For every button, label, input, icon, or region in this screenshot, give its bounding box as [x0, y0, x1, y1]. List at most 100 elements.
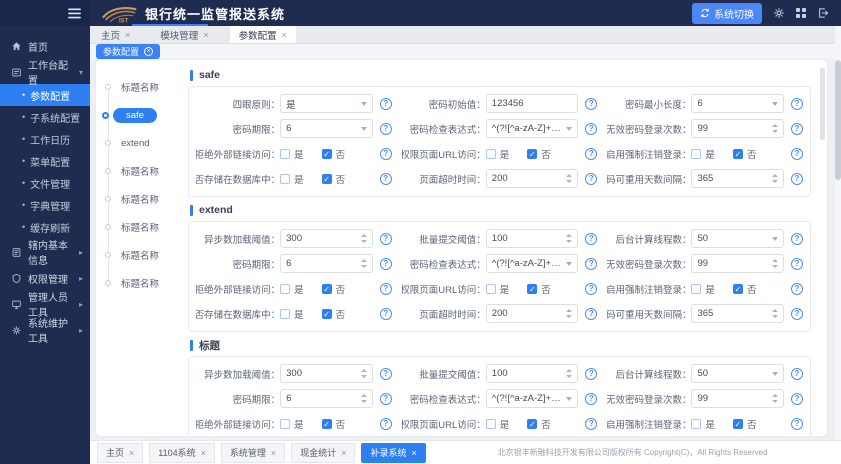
help-icon[interactable]: ?: [585, 123, 597, 135]
checkbox-no-box[interactable]: ✓: [527, 419, 537, 429]
checkbox-no[interactable]: ✓否: [527, 282, 551, 296]
checkbox-yes-box[interactable]: [691, 149, 701, 159]
logout-icon[interactable]: [817, 7, 829, 19]
help-icon[interactable]: ?: [791, 308, 803, 320]
anchor-item-safe[interactable]: safe: [96, 101, 184, 129]
field-text-input[interactable]: 123456: [486, 94, 579, 113]
help-icon[interactable]: ?: [585, 258, 597, 270]
sidebar-item-管理人员工具[interactable]: 管理人员工具▸: [0, 292, 90, 316]
checkbox-yes[interactable]: 是: [280, 172, 304, 186]
step-down-icon[interactable]: [361, 375, 367, 378]
stepper-icon[interactable]: [566, 369, 572, 378]
stepper-icon[interactable]: [361, 234, 367, 243]
step-up-icon[interactable]: [772, 309, 778, 312]
step-down-icon[interactable]: [566, 180, 572, 183]
tab-参数配置[interactable]: 参数配置×: [230, 26, 296, 43]
checkbox-yes-box[interactable]: [486, 149, 496, 159]
help-icon[interactable]: ?: [585, 283, 597, 295]
stepper-icon[interactable]: [361, 369, 367, 378]
help-icon[interactable]: ?: [380, 258, 392, 270]
checkbox-no[interactable]: ✓否: [527, 147, 551, 161]
field-number-input[interactable]: 99: [691, 389, 784, 408]
bottom-tab-补录系统[interactable]: 补录系统×: [361, 443, 425, 463]
checkbox-no-box[interactable]: ✓: [322, 149, 332, 159]
help-icon[interactable]: ?: [380, 148, 392, 160]
step-down-icon[interactable]: [566, 240, 572, 243]
step-up-icon[interactable]: [772, 124, 778, 127]
step-up-icon[interactable]: [361, 259, 367, 262]
checkbox-no-box[interactable]: ✓: [733, 284, 743, 294]
step-up-icon[interactable]: [566, 369, 572, 372]
sidebar-item-系统维护工具[interactable]: 系统维护工具▸: [0, 318, 90, 342]
field-select-input[interactable]: 6: [691, 94, 784, 113]
help-icon[interactable]: ?: [380, 418, 392, 430]
close-icon[interactable]: ×: [411, 448, 416, 458]
step-down-icon[interactable]: [361, 240, 367, 243]
close-icon[interactable]: ×: [201, 448, 206, 458]
help-icon[interactable]: ?: [791, 283, 803, 295]
anchor-item-标题名称[interactable]: 标题名称: [96, 213, 184, 241]
help-icon[interactable]: ?: [791, 368, 803, 380]
help-icon[interactable]: ?: [585, 173, 597, 185]
field-number-input[interactable]: 99: [691, 254, 784, 273]
anchor-item-标题名称[interactable]: 标题名称: [96, 73, 184, 101]
checkbox-yes-box[interactable]: [280, 149, 290, 159]
system-switch-button[interactable]: 系统切换: [692, 3, 762, 24]
help-icon[interactable]: ?: [585, 148, 597, 160]
help-icon[interactable]: ?: [380, 98, 392, 110]
stepper-icon[interactable]: [361, 259, 367, 268]
field-number-input[interactable]: 300: [280, 364, 373, 383]
bottom-tab-现金统计[interactable]: 现金统计×: [291, 443, 355, 463]
step-down-icon[interactable]: [772, 265, 778, 268]
step-up-icon[interactable]: [772, 394, 778, 397]
checkbox-yes-box[interactable]: [280, 419, 290, 429]
step-up-icon[interactable]: [566, 309, 572, 312]
stepper-icon[interactable]: [361, 394, 367, 403]
step-down-icon[interactable]: [772, 315, 778, 318]
tab-模块管理[interactable]: 模块管理×: [151, 26, 217, 43]
field-select-input[interactable]: 50: [691, 229, 784, 248]
field-number-input[interactable]: 300: [280, 229, 373, 248]
help-icon[interactable]: ?: [791, 418, 803, 430]
help-icon[interactable]: ?: [791, 393, 803, 405]
sidebar-item-字典管理[interactable]: •字典管理: [0, 194, 90, 216]
step-down-icon[interactable]: [772, 130, 778, 133]
stepper-icon[interactable]: [772, 174, 778, 183]
close-icon[interactable]: ×: [129, 448, 134, 458]
checkbox-no[interactable]: ✓否: [733, 147, 757, 161]
grid-icon[interactable]: [796, 8, 806, 18]
checkbox-no-box[interactable]: ✓: [322, 284, 332, 294]
checkbox-yes[interactable]: 是: [280, 147, 304, 161]
close-icon[interactable]: ×: [341, 448, 346, 458]
sidebar-item-辖内基本信息[interactable]: 辖内基本信息▸: [0, 240, 90, 264]
checkbox-yes[interactable]: 是: [691, 147, 715, 161]
sidebar-item-菜单配置[interactable]: •菜单配置: [0, 150, 90, 172]
help-icon[interactable]: ?: [585, 233, 597, 245]
help-icon[interactable]: ?: [791, 98, 803, 110]
field-select-input[interactable]: ^(?![^a-zA-Z]+$)(?!\D+$)[0-9A-Z...: [486, 389, 579, 408]
checkbox-yes[interactable]: 是: [280, 307, 304, 321]
checkbox-yes[interactable]: 是: [486, 282, 510, 296]
step-up-icon[interactable]: [566, 174, 572, 177]
help-icon[interactable]: ?: [380, 233, 392, 245]
gear-icon[interactable]: [773, 7, 785, 19]
step-down-icon[interactable]: [566, 315, 572, 318]
checkbox-no[interactable]: ✓否: [733, 282, 757, 296]
step-down-icon[interactable]: [361, 400, 367, 403]
field-number-input[interactable]: 365: [691, 304, 784, 323]
field-number-input[interactable]: 6: [280, 254, 373, 273]
stepper-icon[interactable]: [772, 124, 778, 133]
sidebar-item-缓存刷新[interactable]: •缓存刷新: [0, 216, 90, 238]
checkbox-yes-box[interactable]: [486, 284, 496, 294]
step-up-icon[interactable]: [361, 234, 367, 237]
help-icon[interactable]: ?: [791, 233, 803, 245]
help-icon[interactable]: ?: [791, 148, 803, 160]
checkbox-no[interactable]: ✓否: [527, 417, 551, 431]
help-icon[interactable]: ?: [380, 308, 392, 320]
checkbox-no[interactable]: ✓否: [322, 307, 346, 321]
checkbox-yes-box[interactable]: [280, 174, 290, 184]
checkbox-no[interactable]: ✓否: [322, 147, 346, 161]
close-icon[interactable]: ×: [125, 30, 130, 40]
checkbox-yes[interactable]: 是: [280, 282, 304, 296]
checkbox-yes-box[interactable]: [280, 284, 290, 294]
